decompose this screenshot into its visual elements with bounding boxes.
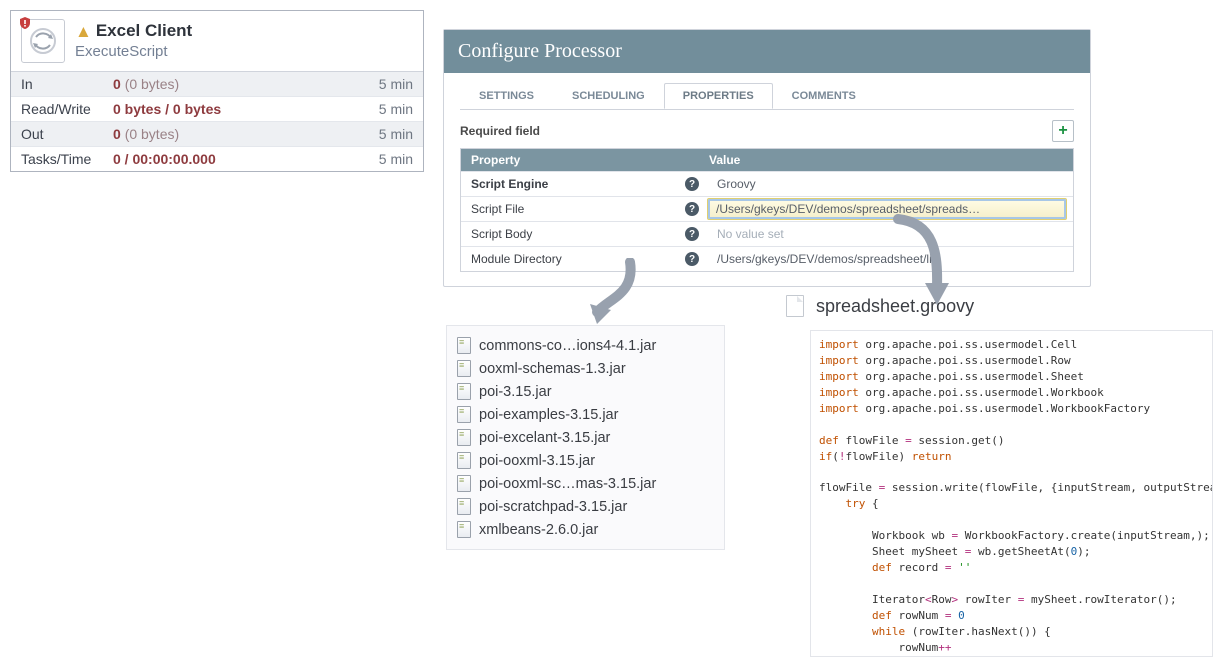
- file-name: poi-ooxml-3.15.jar: [479, 453, 595, 469]
- jar-icon: [457, 475, 471, 492]
- stat-value: 0 bytes / 0 bytes: [113, 101, 353, 117]
- file-row[interactable]: poi-excelant-3.15.jar: [457, 426, 714, 449]
- property-value[interactable]: /Users/gkeys/DEV/demos/spreadsheet/lib: [707, 248, 1073, 270]
- property-name: Script File?: [461, 198, 707, 220]
- help-icon[interactable]: ?: [685, 177, 699, 191]
- jar-icon: [457, 521, 471, 538]
- stat-value: 0 (0 bytes): [113, 126, 353, 142]
- stat-window: 5 min: [353, 151, 413, 167]
- property-name: Script Engine?: [461, 173, 707, 195]
- shield-badge-icon: [18, 16, 32, 30]
- module-directory-files: commons-co…ions4-4.1.jar ooxml-schemas-1.…: [446, 325, 725, 550]
- stat-window: 5 min: [353, 126, 413, 142]
- file-row[interactable]: poi-scratchpad-3.15.jar: [457, 495, 714, 518]
- jar-icon: [457, 360, 471, 377]
- file-name: poi-3.15.jar: [479, 384, 552, 400]
- dialog-title: Configure Processor: [444, 30, 1090, 73]
- warning-icon: ▲: [75, 22, 92, 41]
- file-row[interactable]: poi-ooxml-3.15.jar: [457, 449, 714, 472]
- jar-icon: [457, 452, 471, 469]
- file-name: poi-examples-3.15.jar: [479, 407, 618, 423]
- stat-label: Read/Write: [21, 101, 113, 117]
- tab-settings[interactable]: SETTINGS: [460, 83, 553, 109]
- tab-scheduling[interactable]: SCHEDULING: [553, 83, 664, 109]
- file-icon: [786, 295, 804, 317]
- stat-row: Out0 (0 bytes)5 min: [11, 122, 423, 147]
- property-value[interactable]: Groovy: [707, 173, 1073, 195]
- help-icon[interactable]: ?: [685, 252, 699, 266]
- jar-icon: [457, 406, 471, 423]
- stat-window: 5 min: [353, 101, 413, 117]
- stat-label: Tasks/Time: [21, 151, 113, 167]
- processor-name: Excel Client: [96, 21, 192, 40]
- property-value[interactable]: /Users/gkeys/DEV/demos/spreadsheet/sprea…: [707, 198, 1067, 220]
- jar-icon: [457, 498, 471, 515]
- dialog-tabs: SETTINGSSCHEDULINGPROPERTIESCOMMENTS: [444, 73, 1090, 109]
- processor-header: ▲Excel Client ExecuteScript: [11, 11, 423, 71]
- stat-value: 0 / 00:00:00.000: [113, 151, 353, 167]
- stat-row: In0 (0 bytes)5 min: [11, 72, 423, 97]
- file-name: poi-scratchpad-3.15.jar: [479, 499, 627, 515]
- help-icon[interactable]: ?: [685, 227, 699, 241]
- file-row[interactable]: xmlbeans-2.6.0.jar: [457, 518, 714, 541]
- stat-row: Tasks/Time0 / 00:00:00.0005 min: [11, 147, 423, 171]
- file-name: ooxml-schemas-1.3.jar: [479, 361, 626, 377]
- stat-value: 0 (0 bytes): [113, 76, 353, 92]
- file-row[interactable]: poi-3.15.jar: [457, 380, 714, 403]
- script-filename: spreadsheet.groovy: [816, 296, 974, 317]
- script-code-preview: import org.apache.poi.ss.usermodel.Cell …: [810, 330, 1213, 657]
- add-property-button[interactable]: +: [1052, 120, 1074, 142]
- tab-comments[interactable]: COMMENTS: [773, 83, 875, 109]
- processor-type: ExecuteScript: [75, 43, 192, 61]
- col-value: Value: [699, 153, 1073, 167]
- file-row[interactable]: commons-co…ions4-4.1.jar: [457, 334, 714, 357]
- required-field-label: Required field: [460, 124, 540, 138]
- processor-type-icon: [21, 19, 65, 63]
- file-name: poi-ooxml-sc…mas-3.15.jar: [479, 476, 656, 492]
- tab-properties[interactable]: PROPERTIES: [664, 83, 773, 109]
- property-row[interactable]: Module Directory?/Users/gkeys/DEV/demos/…: [461, 246, 1073, 271]
- stat-window: 5 min: [353, 76, 413, 92]
- property-row[interactable]: Script File?/Users/gkeys/DEV/demos/sprea…: [461, 196, 1073, 221]
- file-row[interactable]: ooxml-schemas-1.3.jar: [457, 357, 714, 380]
- property-name: Module Directory?: [461, 248, 707, 270]
- file-name: xmlbeans-2.6.0.jar: [479, 522, 598, 538]
- file-name: commons-co…ions4-4.1.jar: [479, 338, 656, 354]
- file-name: poi-excelant-3.15.jar: [479, 430, 610, 446]
- property-name: Script Body?: [461, 223, 707, 245]
- configure-processor-dialog: Configure Processor SETTINGSSCHEDULINGPR…: [443, 29, 1091, 287]
- processor-stats: In0 (0 bytes)5 minRead/Write0 bytes / 0 …: [11, 71, 423, 171]
- stat-label: In: [21, 76, 113, 92]
- jar-icon: [457, 429, 471, 446]
- help-icon[interactable]: ?: [685, 202, 699, 216]
- properties-table: Property Value Script Engine?GroovyScrip…: [460, 148, 1074, 272]
- stat-label: Out: [21, 126, 113, 142]
- stat-row: Read/Write0 bytes / 0 bytes5 min: [11, 97, 423, 122]
- processor-card[interactable]: ▲Excel Client ExecuteScript In0 (0 bytes…: [10, 10, 424, 172]
- file-row[interactable]: poi-ooxml-sc…mas-3.15.jar: [457, 472, 714, 495]
- jar-icon: [457, 383, 471, 400]
- script-file-heading: spreadsheet.groovy: [786, 295, 974, 317]
- jar-icon: [457, 337, 471, 354]
- property-value[interactable]: No value set: [707, 223, 1073, 245]
- property-row[interactable]: Script Body?No value set: [461, 221, 1073, 246]
- file-row[interactable]: poi-examples-3.15.jar: [457, 403, 714, 426]
- col-property: Property: [461, 153, 699, 167]
- property-row[interactable]: Script Engine?Groovy: [461, 171, 1073, 196]
